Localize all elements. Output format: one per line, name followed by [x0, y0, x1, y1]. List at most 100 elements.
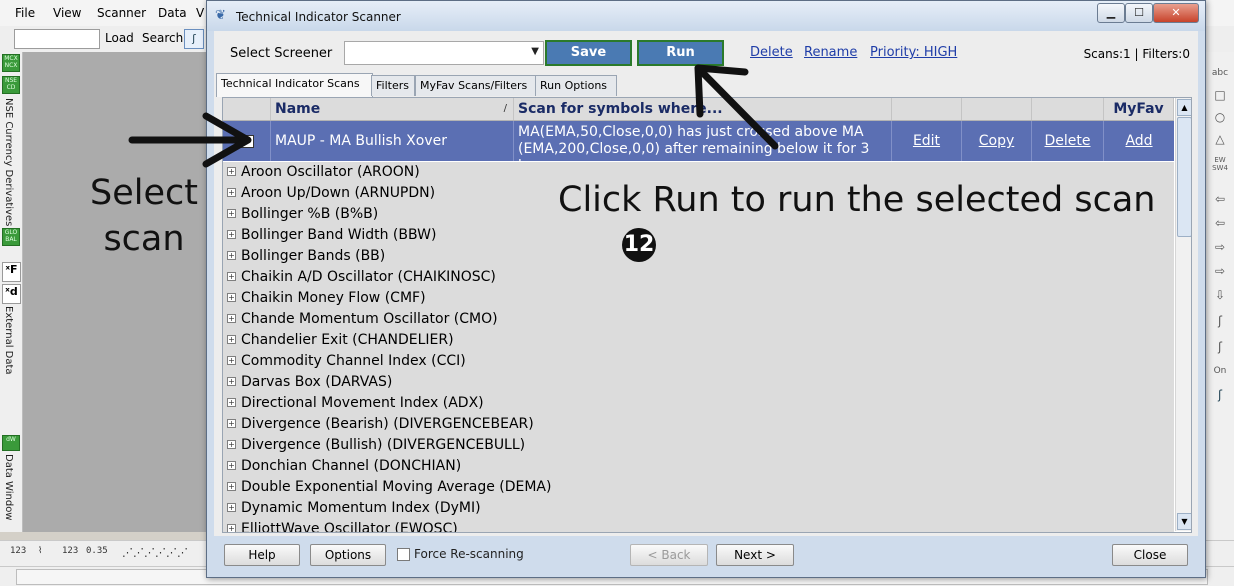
add-myfav-link[interactable]: Add: [1104, 121, 1174, 161]
selected-scan-row[interactable]: ✔ MAUP - MA Bullish Xover MA(EMA,50,Clos…: [223, 121, 1174, 174]
next-button[interactable]: Next >: [716, 544, 794, 566]
external-data-tab[interactable]: External Data: [3, 306, 14, 375]
pitchfork-tool-icon[interactable]: ʃ: [1211, 340, 1229, 354]
on-toggle[interactable]: On: [1211, 366, 1229, 376]
delete-link[interactable]: Delete: [750, 45, 793, 60]
list-item[interactable]: + Darvas Box (DARVAS): [223, 372, 1174, 394]
nse-cd-badge[interactable]: NSE CD: [2, 76, 20, 94]
chevron-down-icon[interactable]: ▼: [531, 46, 539, 57]
close-window-button[interactable]: ✕: [1153, 3, 1199, 23]
selected-checkbox[interactable]: ✔: [241, 135, 254, 148]
tab-technical-indicator-scans[interactable]: Technical Indicator Scans: [216, 73, 373, 97]
arrow-right2-tool-icon[interactable]: ⇨: [1211, 264, 1229, 278]
menu-scanner[interactable]: Scanner: [97, 6, 146, 20]
expand-icon[interactable]: +: [227, 482, 236, 491]
expand-icon[interactable]: +: [227, 503, 236, 512]
expand-icon[interactable]: +: [227, 356, 236, 365]
triangle-tool-icon[interactable]: △: [1211, 132, 1229, 146]
pattern-tool-icon[interactable]: ⋰⋰⋰⋰⋰⋰: [122, 546, 188, 559]
ratio-icon[interactable]: 0.35: [86, 546, 108, 556]
tab-run-options[interactable]: Run Options: [535, 75, 617, 96]
text-tool[interactable]: abc: [1211, 68, 1229, 78]
scroll-up-icon[interactable]: ▲: [1177, 99, 1191, 116]
arrow-down-tool-icon[interactable]: ⇩: [1211, 288, 1229, 302]
list-item[interactable]: + Divergence (Bullish) (DIVERGENCEBULL): [223, 435, 1174, 457]
expand-icon[interactable]: +: [227, 230, 236, 239]
run-button[interactable]: Run: [637, 40, 724, 66]
wave-123c-icon[interactable]: 123: [62, 546, 78, 556]
list-item[interactable]: + Bollinger Band Width (BBW): [223, 225, 1174, 247]
menu-data[interactable]: Data: [158, 6, 187, 20]
screener-select[interactable]: ▼: [344, 41, 544, 65]
expand-icon[interactable]: +: [227, 440, 236, 449]
expand-icon[interactable]: +: [227, 524, 236, 532]
header-name[interactable]: Name /: [271, 98, 514, 120]
rename-link[interactable]: Rename: [804, 45, 857, 60]
data-window-badge[interactable]: dW: [2, 435, 20, 451]
menu-file[interactable]: File: [15, 6, 35, 20]
edit-link[interactable]: Edit: [892, 121, 962, 161]
list-item[interactable]: + Double Exponential Moving Average (DEMA…: [223, 477, 1174, 499]
expand-icon[interactable]: +: [227, 461, 236, 470]
list-item[interactable]: + Dynamic Momentum Index (DyMI): [223, 498, 1174, 520]
maximize-button[interactable]: ☐: [1125, 3, 1153, 23]
copy-link[interactable]: Copy: [962, 121, 1032, 161]
nse-currency-tab[interactable]: NSE Currency Derivatives: [3, 98, 14, 226]
list-item[interactable]: + Commodity Channel Index (CCI): [223, 351, 1174, 373]
list-item[interactable]: + Chaikin Money Flow (CMF): [223, 288, 1174, 310]
list-item[interactable]: + Directional Movement Index (ADX): [223, 393, 1174, 415]
arrow-left2-tool-icon[interactable]: ⇦: [1211, 216, 1229, 230]
delete-scan-link[interactable]: Delete: [1032, 121, 1104, 161]
wave-123-icon[interactable]: 123: [10, 546, 26, 556]
list-item[interactable]: + Chande Momentum Oscillator (CMO): [223, 309, 1174, 331]
expand-icon[interactable]: +: [227, 314, 236, 323]
app-load-button[interactable]: Load: [105, 31, 134, 45]
fibonacci-tool-icon[interactable]: ʃ: [184, 29, 204, 49]
external-formula-icon[interactable]: ˣF: [2, 262, 21, 282]
external-data-icon[interactable]: ˣd: [2, 284, 21, 304]
close-button[interactable]: Close: [1112, 544, 1188, 566]
expand-icon[interactable]: +: [227, 293, 236, 302]
priority-link[interactable]: Priority: HIGH: [870, 45, 957, 60]
app-search-button[interactable]: Search: [142, 31, 183, 45]
wave-123b-icon[interactable]: ⌇: [38, 546, 42, 556]
header-scan[interactable]: Scan for symbols where...: [514, 98, 892, 120]
expand-icon[interactable]: +: [227, 209, 236, 218]
expand-icon[interactable]: +: [227, 251, 236, 260]
tab-myfav[interactable]: MyFav Scans/Filters: [415, 75, 537, 96]
expand-icon[interactable]: +: [227, 272, 236, 281]
arrow-right-tool-icon[interactable]: ⇨: [1211, 240, 1229, 254]
list-item[interactable]: + ElliottWave Oscillator (EWOSC): [223, 519, 1174, 532]
rectangle-tool-icon[interactable]: □: [1211, 88, 1229, 102]
save-button[interactable]: Save: [545, 40, 632, 66]
list-item[interactable]: + Donchian Channel (DONCHIAN): [223, 456, 1174, 478]
expand-icon[interactable]: +: [227, 167, 236, 176]
expand-icon[interactable]: +: [227, 377, 236, 386]
app-search-input[interactable]: [14, 29, 100, 49]
fibo-tool-icon[interactable]: ʃ: [1211, 314, 1229, 328]
list-item[interactable]: + Bollinger Bands (BB): [223, 246, 1174, 268]
elliott-wave-tool[interactable]: EW SW4: [1211, 156, 1229, 172]
ellipse-tool-icon[interactable]: ○: [1211, 110, 1229, 124]
data-window-tab[interactable]: Data Window: [3, 454, 14, 520]
force-rescan-checkbox[interactable]: [397, 548, 410, 561]
options-button[interactable]: Options: [310, 544, 386, 566]
fibo-retracement-icon[interactable]: ʃ: [1211, 388, 1229, 402]
dialog-titlebar[interactable]: ❦ Technical Indicator Scanner ▁ ☐ ✕: [207, 1, 1205, 31]
minimize-button[interactable]: ▁: [1097, 3, 1125, 23]
scroll-down-icon[interactable]: ▼: [1177, 513, 1191, 530]
tab-filters[interactable]: Filters: [371, 75, 415, 96]
help-button[interactable]: Help: [224, 544, 300, 566]
global-badge[interactable]: GLO BAL: [2, 228, 20, 246]
list-item[interactable]: + Chaikin A/D Oscillator (CHAIKINOSC): [223, 267, 1174, 289]
arrow-left-tool-icon[interactable]: ⇦: [1211, 192, 1229, 206]
back-button[interactable]: < Back: [630, 544, 708, 566]
scroll-thumb[interactable]: [1177, 117, 1191, 237]
expand-icon[interactable]: +: [227, 398, 236, 407]
menu-view[interactable]: View: [53, 6, 81, 20]
expand-icon[interactable]: +: [227, 419, 236, 428]
grid-scrollbar[interactable]: ▲ ▼: [1175, 98, 1191, 531]
menu-partial[interactable]: V: [196, 6, 204, 20]
expand-icon[interactable]: +: [227, 188, 236, 197]
expand-icon[interactable]: +: [227, 335, 236, 344]
